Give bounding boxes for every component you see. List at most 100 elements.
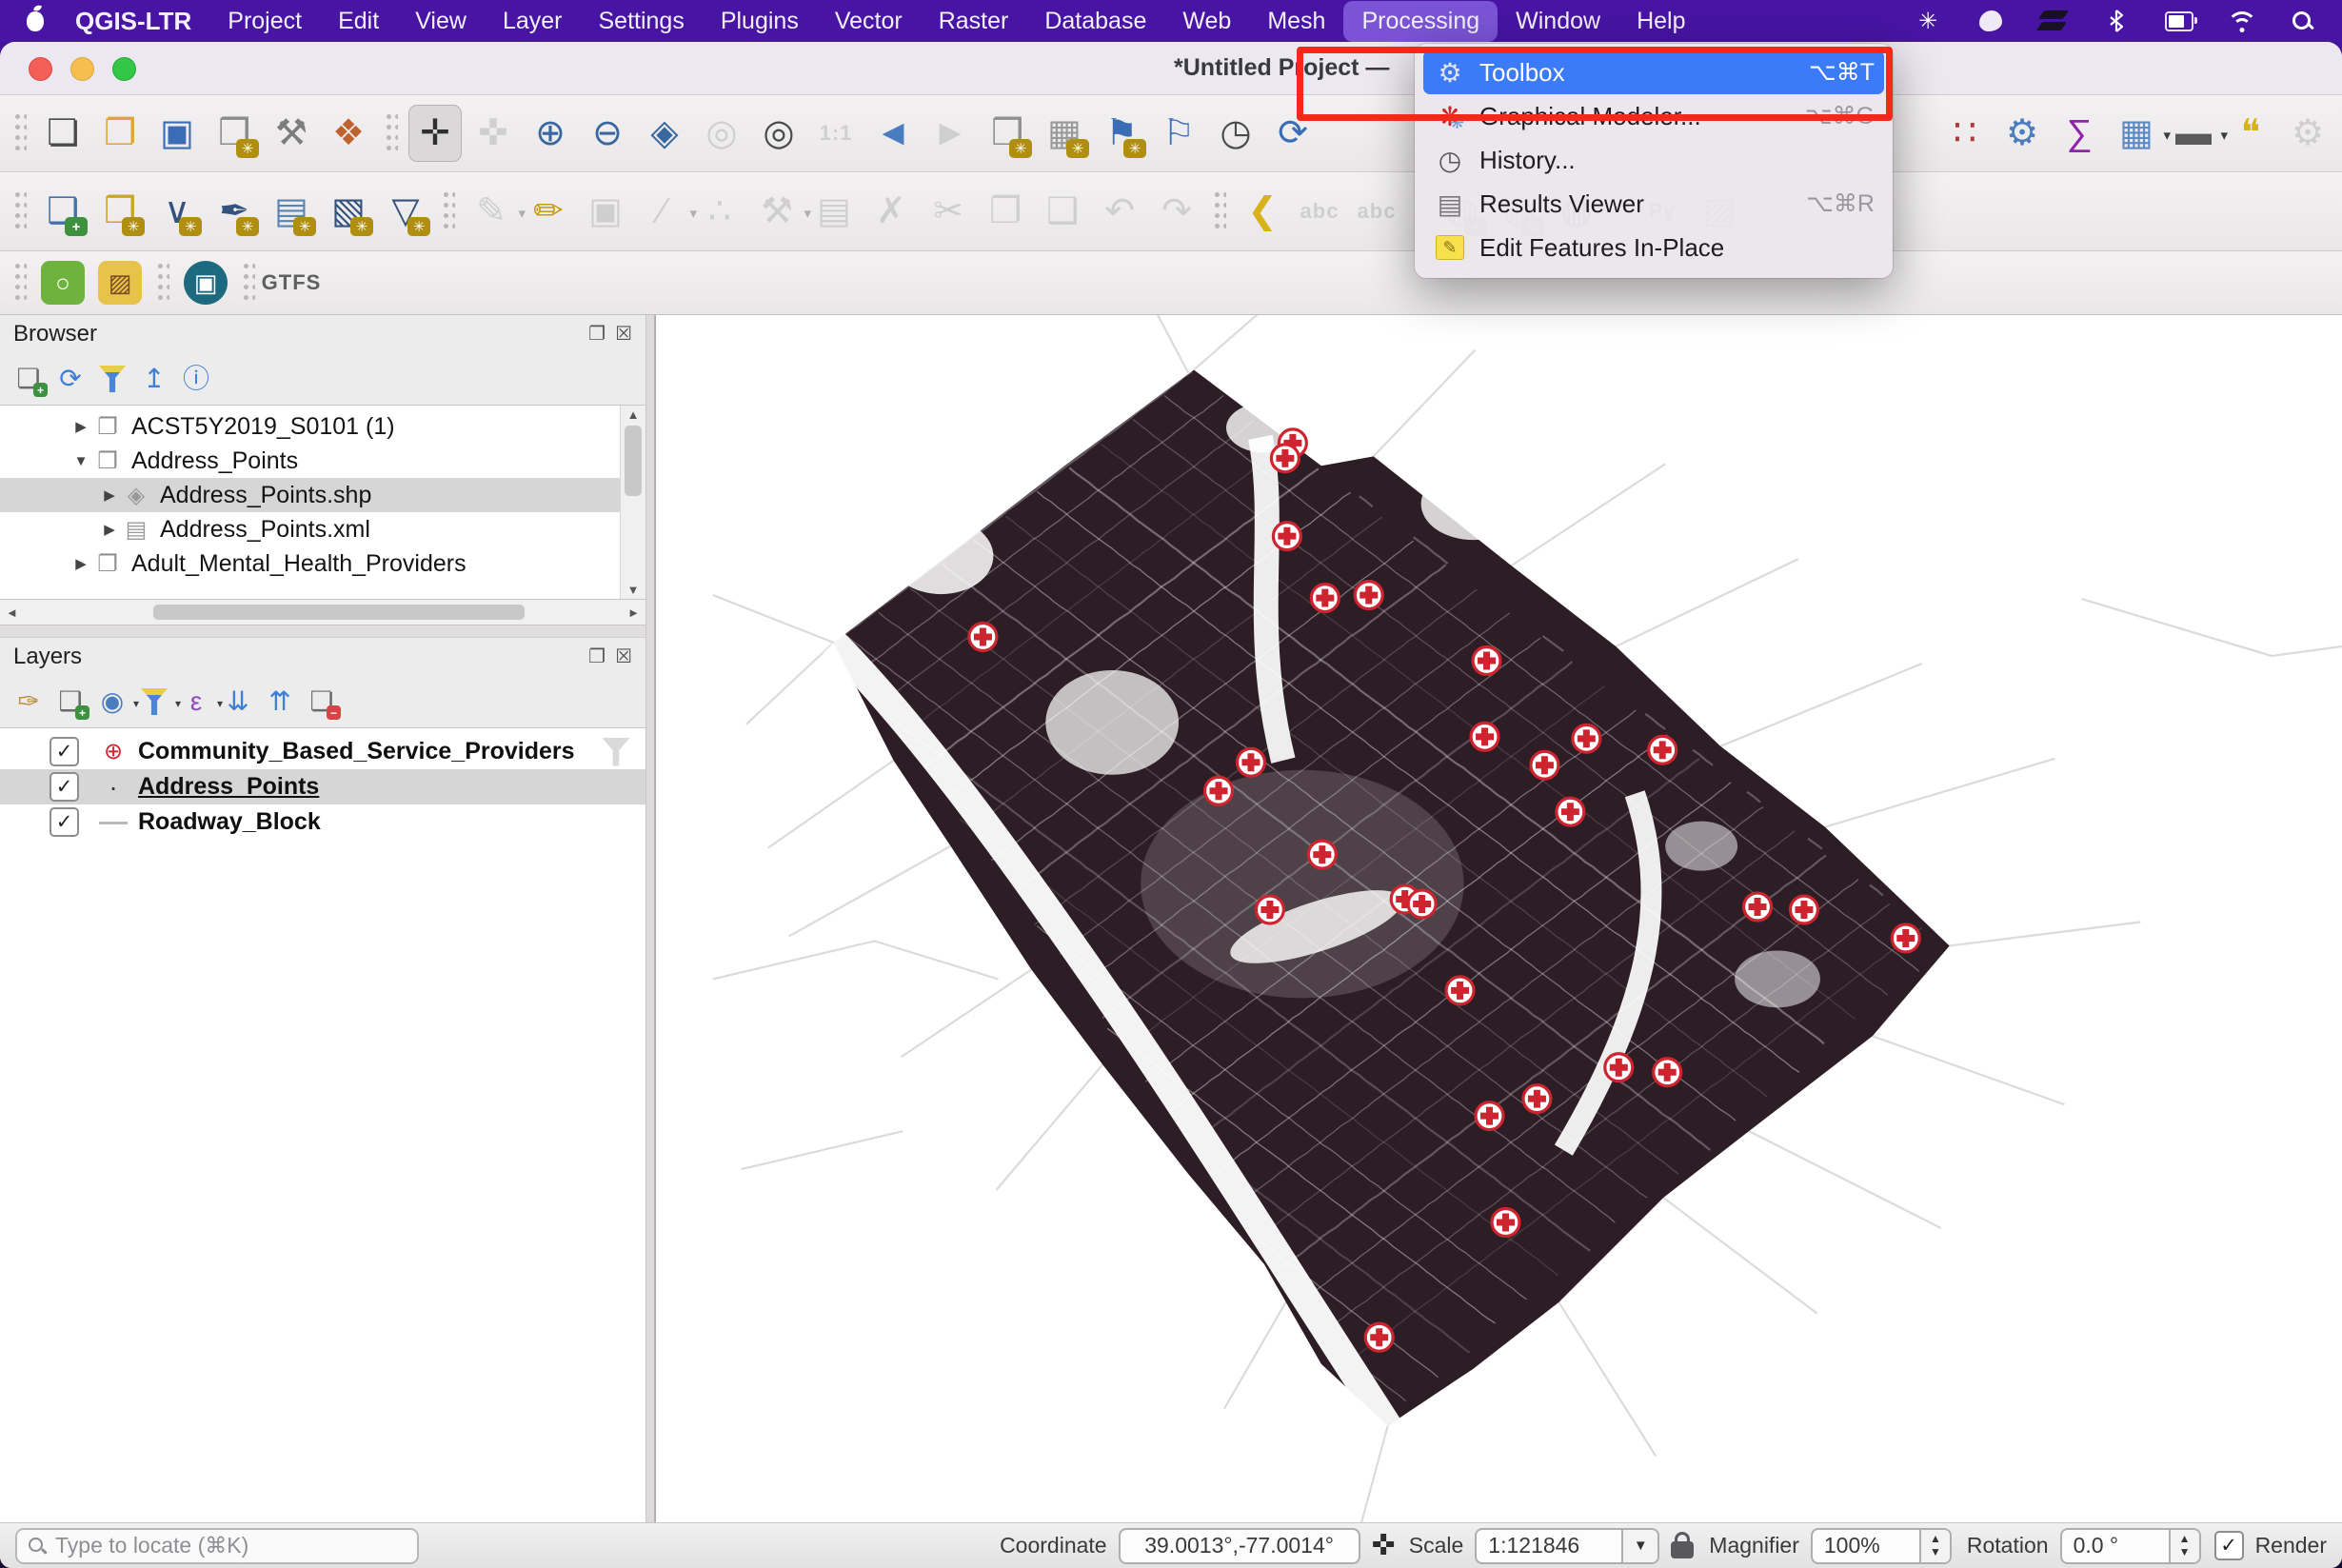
collapse-arrow-icon[interactable]: ▼ bbox=[70, 453, 91, 469]
redo-button[interactable]: ↷ bbox=[1151, 184, 1202, 239]
browser-close-button[interactable]: ☒ bbox=[615, 325, 632, 344]
browser-item-address-points-xml[interactable]: ▶▤Address_Points.xml bbox=[0, 512, 620, 546]
menu-mesh[interactable]: Mesh bbox=[1249, 1, 1343, 42]
data-source-manager-button[interactable]: ❑+ bbox=[37, 184, 89, 239]
style-manager-button[interactable]: ❖ bbox=[323, 106, 374, 161]
save-project-button[interactable]: ▣ bbox=[151, 106, 203, 161]
dock-splitter[interactable] bbox=[645, 315, 655, 1522]
zoom-to-layer-button[interactable]: ◎ bbox=[753, 106, 804, 161]
menu-item-graphical-modeler[interactable]: ❋❋Graphical Modeler...⌥⌘G bbox=[1423, 94, 1884, 138]
expand-arrow-icon[interactable]: ▶ bbox=[99, 521, 120, 538]
menu-processing[interactable]: Processing bbox=[1343, 1, 1498, 42]
browser-item-address-points-shp[interactable]: ▶◈Address_Points.shp bbox=[0, 478, 620, 512]
save-layer-edits-button[interactable]: ▣ bbox=[580, 184, 631, 239]
remove-layer-button[interactable]: ❏− bbox=[303, 683, 341, 721]
zoom-native-button[interactable]: 1:1 bbox=[810, 106, 862, 161]
layer-visibility-checkbox[interactable]: ✓ bbox=[50, 737, 79, 766]
toggle-editing-button[interactable]: ✏ bbox=[523, 184, 574, 239]
browser-item-address-points[interactable]: ▼❒Address_Points bbox=[0, 444, 620, 478]
browser-float-button[interactable]: ❐ bbox=[588, 325, 605, 344]
layout-manager-button[interactable]: ⚒ bbox=[266, 106, 317, 161]
map-canvas[interactable] bbox=[655, 315, 2342, 1522]
quickosm-button[interactable]: ▨ bbox=[94, 255, 146, 310]
layers-close-button[interactable]: ☒ bbox=[615, 647, 632, 666]
layer-item-address-points[interactable]: ✓·Address_Points bbox=[0, 769, 645, 804]
processing-options-button[interactable]: ⚙ bbox=[1996, 106, 2048, 161]
collapse-all-browser-button[interactable]: ↥ bbox=[135, 360, 173, 398]
new-geopackage-button[interactable]: ❒✳ bbox=[94, 184, 146, 239]
new-shapefile-button[interactable]: ∨✳ bbox=[151, 184, 203, 239]
temporal-controller-button[interactable]: ◷ bbox=[1210, 106, 1261, 161]
zoom-out-button[interactable]: ⊖ bbox=[582, 106, 633, 161]
vertex-tool-button[interactable]: ⚒▾ bbox=[751, 184, 803, 239]
add-record-button[interactable]: ∴ bbox=[694, 184, 745, 239]
new-virtual-layer-button[interactable]: ▧✳ bbox=[323, 184, 374, 239]
copy-features-button[interactable]: ❐ bbox=[980, 184, 1031, 239]
menu-qgis-ltr[interactable]: QGIS-LTR bbox=[57, 0, 209, 43]
filter-browser-button[interactable] bbox=[93, 360, 131, 398]
filter-by-expression-button[interactable]: ε▾ bbox=[177, 683, 215, 721]
menu-edit[interactable]: Edit bbox=[320, 1, 397, 42]
layer-item-roadway-block[interactable]: ✓Roadway_Block bbox=[0, 804, 645, 840]
layer-visibility-checkbox[interactable]: ✓ bbox=[50, 772, 79, 802]
scale-dropdown-arrow[interactable]: ▼ bbox=[1621, 1530, 1657, 1562]
expand-arrow-icon[interactable]: ▶ bbox=[99, 486, 120, 504]
digitize-with-segment-button[interactable]: ∕▾ bbox=[637, 184, 688, 239]
properties-info-button[interactable]: ⓘ bbox=[177, 360, 215, 398]
battery-icon[interactable] bbox=[2165, 7, 2193, 35]
locator-input[interactable]: Type to locate (⌘K) bbox=[15, 1528, 419, 1564]
manage-map-themes-button[interactable]: ◉▾ bbox=[93, 683, 131, 721]
rotation-spinbox[interactable]: 0.0 ° ▲▼ bbox=[2060, 1528, 2201, 1564]
new-project-button[interactable]: ❏ bbox=[37, 106, 89, 161]
new-report-button[interactable]: ❒✳ bbox=[982, 106, 1033, 161]
settings-partial-button[interactable]: ⚙ bbox=[2282, 106, 2333, 161]
map-tips-button[interactable]: ❝ bbox=[2225, 106, 2276, 161]
spotlight-search-icon[interactable] bbox=[2291, 10, 2313, 32]
show-spatial-bookmarks-button[interactable]: ⚐ bbox=[1153, 106, 1204, 161]
label-tag-button[interactable]: ❮ bbox=[1237, 184, 1288, 239]
rotation-spin-arrows[interactable]: ▲▼ bbox=[2169, 1530, 2199, 1562]
zoom-next-button[interactable]: ► bbox=[924, 106, 976, 161]
extents-tracking-icon[interactable]: ✜ bbox=[1372, 1529, 1396, 1562]
transit-gtfs-button[interactable]: ▣ bbox=[180, 255, 231, 310]
browser-item-adult-mental-health-providers[interactable]: ▶❐Adult_Mental_Health_Providers bbox=[0, 546, 620, 581]
zoom-window-button[interactable] bbox=[112, 57, 136, 81]
gtfs-go-button[interactable]: GTFS bbox=[266, 255, 317, 310]
new-spatial-bookmark-button[interactable]: ⚑✳ bbox=[1096, 106, 1147, 161]
pan-map-button[interactable]: ✛ bbox=[408, 105, 462, 162]
bluetooth-icon[interactable] bbox=[2102, 7, 2131, 35]
menu-item-results-viewer[interactable]: ▤Results Viewer⌥⌘R bbox=[1423, 182, 1884, 226]
zoom-last-button[interactable]: ◄ bbox=[867, 106, 919, 161]
statistical-summary-button[interactable]: ∑ bbox=[2054, 106, 2105, 161]
expand-arrow-icon[interactable]: ▶ bbox=[70, 418, 91, 435]
paste-features-button[interactable]: ❑ bbox=[1037, 184, 1088, 239]
blob-app-icon[interactable] bbox=[1976, 7, 2005, 35]
new-spatialite-layer-button[interactable]: ▽✳ bbox=[380, 184, 431, 239]
collapse-all-button[interactable]: ⇈ bbox=[261, 683, 299, 721]
menu-project[interactable]: Project bbox=[209, 1, 320, 42]
apple-menu-icon[interactable] bbox=[27, 11, 44, 31]
zoom-full-extent-button[interactable]: ◈ bbox=[639, 106, 690, 161]
zoom-in-button[interactable]: ⊕ bbox=[525, 106, 576, 161]
browser-horizontal-scrollbar[interactable]: ◄► bbox=[0, 600, 645, 625]
magnifier-spin-arrows[interactable]: ▲▼ bbox=[1919, 1530, 1950, 1562]
show-layout-manager-button[interactable]: ▦✳ bbox=[1039, 106, 1090, 161]
close-window-button[interactable] bbox=[29, 57, 52, 81]
magnifier-spinbox[interactable]: 100% ▲▼ bbox=[1811, 1528, 1952, 1564]
wifi-icon[interactable] bbox=[2228, 10, 2256, 32]
expand-arrow-icon[interactable]: ▶ bbox=[70, 555, 91, 572]
layers-float-button[interactable]: ❐ bbox=[588, 647, 605, 666]
current-edits-button[interactable]: ✎▾ bbox=[466, 184, 517, 239]
menu-plugins[interactable]: Plugins bbox=[703, 1, 817, 42]
blades-app-icon[interactable] bbox=[2039, 10, 2068, 32]
refresh-browser-button[interactable]: ⟳ bbox=[51, 360, 89, 398]
delete-selected-button[interactable]: ✗ bbox=[865, 184, 917, 239]
new-print-layout-button[interactable]: ❒✳ bbox=[208, 106, 260, 161]
add-selected-layers-button[interactable]: ❏+ bbox=[10, 360, 48, 398]
menu-web[interactable]: Web bbox=[1164, 1, 1249, 42]
menu-help[interactable]: Help bbox=[1618, 1, 1703, 42]
open-project-button[interactable]: ❐ bbox=[94, 106, 146, 161]
render-checkbox[interactable]: ✓ bbox=[2214, 1531, 2244, 1560]
label-refresh-button[interactable]: abc bbox=[1294, 184, 1345, 239]
osm-place-search-button[interactable]: ○ bbox=[37, 255, 89, 310]
